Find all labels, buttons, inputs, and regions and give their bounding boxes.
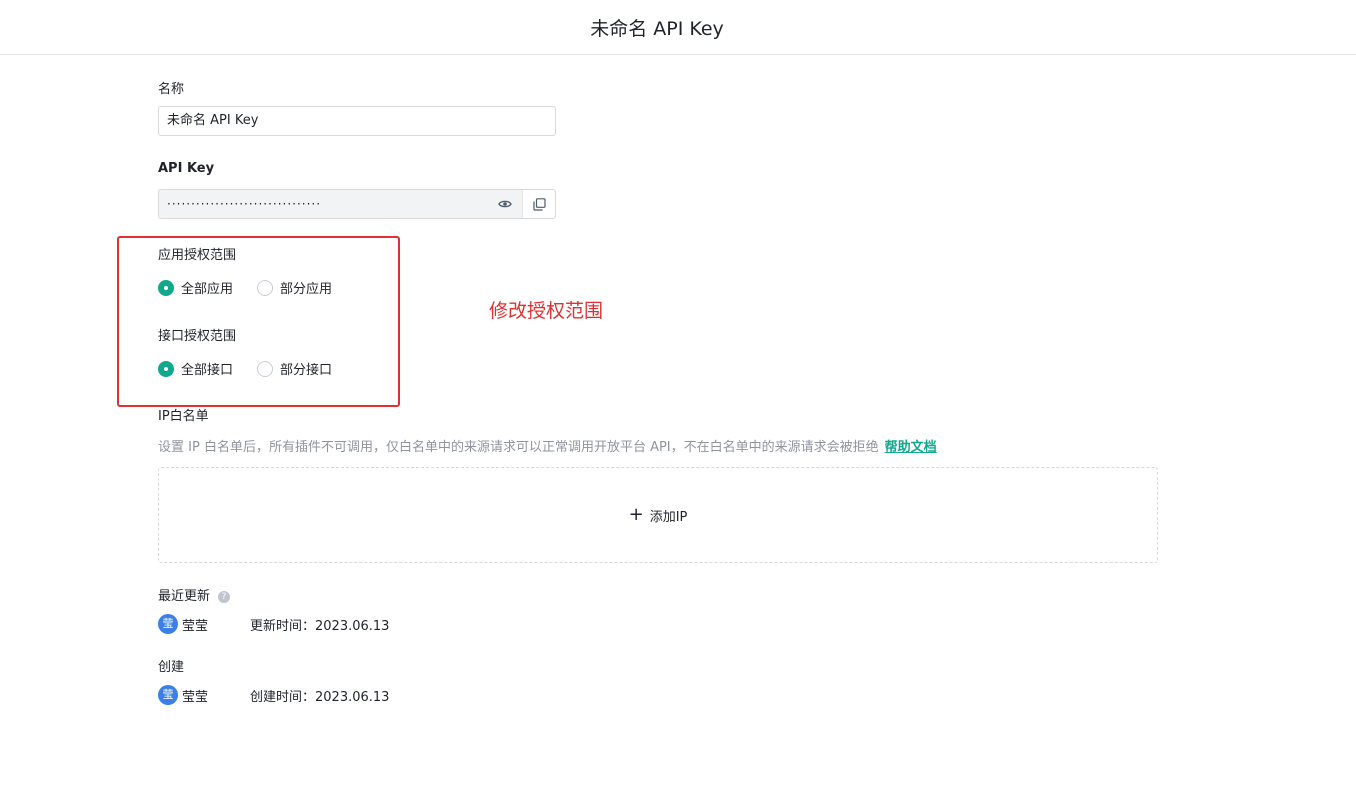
creator-name: 莹莹 — [182, 689, 209, 705]
page-header: 未命名 API Key — [0, 0, 1356, 55]
updater-name: 莹莹 — [182, 618, 209, 634]
add-ip-label: 添加IP — [649, 509, 688, 525]
avatar: 莹 — [158, 614, 178, 634]
eye-icon[interactable] — [489, 190, 521, 218]
recent-update-row: 莹 莹莹 更新时间：2023.06.13 — [158, 614, 389, 634]
copy-icon[interactable] — [522, 190, 555, 218]
created-label: 创建 — [158, 660, 185, 675]
name-label: 名称 — [158, 82, 185, 97]
created-row: 莹 莹莹 创建时间：2023.06.13 — [158, 685, 389, 705]
api-key-label: API Key — [158, 161, 215, 176]
ip-whitelist-description-text: 设置 IP 白名单后，所有插件不可调用，仅白名单中的来源请求可以正常调用开放平台… — [158, 440, 879, 455]
api-key-masked-value: ································ — [167, 197, 322, 211]
api-key-field: ································ — [158, 189, 556, 219]
page-title: 未命名 API Key — [590, 18, 724, 40]
ip-whitelist-description: 设置 IP 白名单后，所有插件不可调用，仅白名单中的来源请求可以正常调用开放平台… — [158, 436, 937, 455]
create-time: 创建时间：2023.06.13 — [250, 689, 390, 705]
add-ip-button[interactable]: + 添加IP — [158, 467, 1158, 563]
help-docs-link[interactable]: 帮助文档 — [885, 440, 937, 455]
plus-icon: + — [628, 504, 644, 525]
recent-update-label: 最近更新 — [158, 589, 211, 604]
recent-update-label-row: 最近更新? — [158, 585, 231, 604]
annotation-text: 修改授权范围 — [489, 300, 604, 322]
update-time: 更新时间：2023.06.13 — [250, 618, 390, 634]
ip-whitelist-label: IP白名单 — [158, 409, 209, 424]
avatar: 莹 — [158, 685, 178, 705]
name-input[interactable]: 未命名 API Key — [158, 106, 556, 136]
annotation-highlight-box — [117, 236, 400, 407]
question-icon[interactable]: ? — [218, 590, 231, 603]
